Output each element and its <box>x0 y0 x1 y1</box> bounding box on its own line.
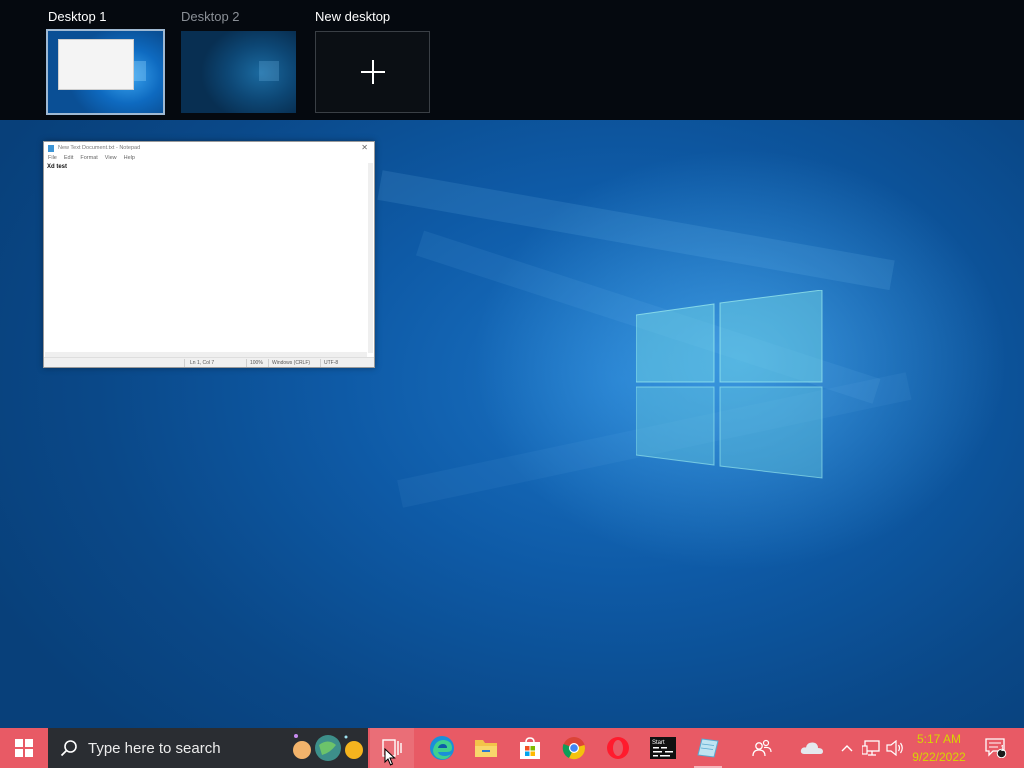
notepad-title: New Text Document.txt - Notepad <box>58 145 141 151</box>
menu-view[interactable]: View <box>105 155 117 161</box>
svg-text:Start: Start <box>652 740 665 746</box>
microsoft-store-icon <box>520 737 540 759</box>
file-explorer-button[interactable] <box>464 728 508 768</box>
notepad-window-preview[interactable]: New Text Document.txt - Notepad ✕ File E… <box>43 141 375 368</box>
status-zoom: 100% <box>250 360 263 366</box>
edge-button[interactable] <box>420 728 464 768</box>
people-icon <box>752 739 772 757</box>
status-line-ending: Windows (CRLF) <box>272 360 311 366</box>
notepad-titlebar: New Text Document.txt - Notepad ✕ <box>44 142 374 154</box>
notepad-icon <box>48 144 54 152</box>
volume-icon <box>886 740 903 756</box>
menu-format[interactable]: Format <box>80 155 97 161</box>
onedrive-icon <box>800 742 823 754</box>
start-button[interactable] <box>0 728 48 768</box>
virtual-desktop-2[interactable]: Desktop 2 <box>181 0 301 120</box>
chrome-icon <box>562 737 585 760</box>
opera-icon <box>607 737 629 759</box>
menu-file[interactable]: File <box>48 155 57 161</box>
desktop-2-label: Desktop 2 <box>181 9 240 24</box>
notepad-icon <box>697 738 719 758</box>
network-button[interactable] <box>860 728 882 768</box>
close-icon[interactable]: ✕ <box>361 143 368 152</box>
desktop-2-thumbnail[interactable] <box>181 31 296 113</box>
notepad-taskbar-button[interactable] <box>686 728 730 768</box>
network-icon <box>862 740 880 756</box>
windows-start-icon <box>15 739 33 757</box>
people-button[interactable] <box>744 728 780 768</box>
windows-logo <box>636 290 823 479</box>
new-desktop-label: New desktop <box>315 9 391 24</box>
status-position: Ln 1, Col 7 <box>190 360 215 366</box>
terminal-button[interactable]: Start <box>640 728 686 768</box>
mouse-cursor-icon <box>384 748 396 766</box>
microsoft-store-button[interactable] <box>508 728 552 768</box>
notepad-menu: File Edit Format View Help <box>48 155 135 161</box>
desktop-1-label: Desktop 1 <box>48 9 107 24</box>
plus-icon <box>360 60 385 84</box>
search-highlight-icon <box>293 734 363 761</box>
mini-notepad-preview <box>58 39 134 90</box>
clock[interactable]: 5:17 AM 9/22/2022 <box>910 730 968 766</box>
desktop-1-thumbnail[interactable] <box>46 29 165 115</box>
clock-date: 9/22/2022 <box>912 750 966 764</box>
notepad-content: Xd test <box>47 164 68 170</box>
notepad-status-bar: Ln 1, Col 7 100% Windows (CRLF) UTF-8 <box>44 357 374 367</box>
taskbar: Type here to search Start 5:17 AM 9/22/2… <box>0 728 1024 768</box>
new-desktop-button[interactable] <box>315 31 430 113</box>
vertical-scrollbar <box>368 163 373 353</box>
edge-icon <box>430 736 454 760</box>
opera-button[interactable] <box>596 728 640 768</box>
chrome-button[interactable] <box>552 728 596 768</box>
search-icon <box>60 740 77 757</box>
onedrive-button[interactable] <box>792 728 832 768</box>
volume-button[interactable] <box>884 728 906 768</box>
action-center-button[interactable]: 1 <box>976 728 1016 768</box>
virtual-desktop-1[interactable]: Desktop 1 <box>46 0 168 120</box>
search-box[interactable]: Type here to search <box>48 728 368 768</box>
show-hidden-icons-button[interactable] <box>836 728 858 768</box>
task-view-strip: Desktop 1 Desktop 2 New desktop <box>0 0 1024 120</box>
search-placeholder: Type here to search <box>88 739 221 757</box>
file-explorer-icon <box>475 740 497 757</box>
notification-count-badge: 1 <box>1000 744 1005 753</box>
menu-help[interactable]: Help <box>124 155 135 161</box>
task-view-button[interactable] <box>370 728 414 768</box>
menu-edit[interactable]: Edit <box>64 155 73 161</box>
status-encoding: UTF-8 <box>324 360 339 366</box>
terminal-icon: Start <box>650 737 676 759</box>
chevron-up-icon <box>841 745 853 752</box>
new-desktop[interactable]: New desktop <box>315 0 435 120</box>
clock-time: 5:17 AM <box>916 732 962 746</box>
